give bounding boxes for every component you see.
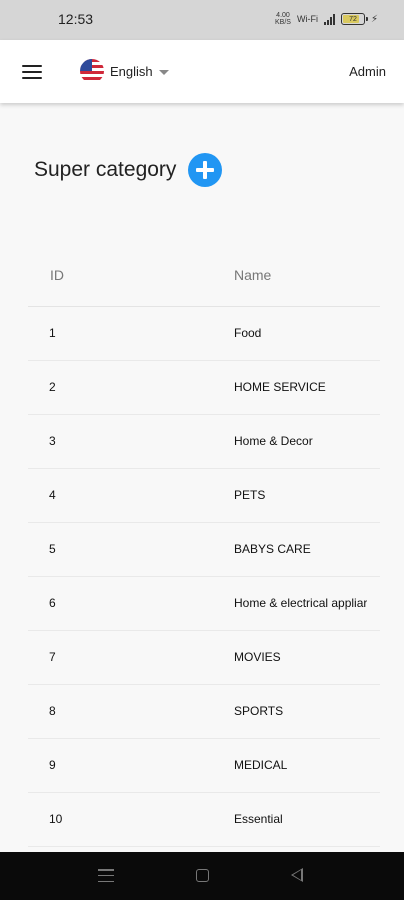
home-icon[interactable] [196, 869, 209, 882]
super-category-table: ID Name 1 Food 2 HOME SERVICE 3 Home & Decor 4… [28, 249, 380, 847]
us-flag-icon [80, 59, 104, 83]
status-bar: 12:53 4.00 KB/S Wi-Fi 72 ⚡ [0, 0, 404, 40]
wifi-icon: Wi-Fi [296, 14, 318, 24]
cell-id: 6 [49, 596, 56, 610]
system-nav-bar [0, 852, 404, 900]
column-header-id: ID [50, 267, 64, 283]
admin-user-menu[interactable]: Admin [349, 64, 386, 79]
network-speed: 4.00 KB/S [275, 12, 291, 26]
table-row[interactable]: 2 HOME SERVICE [28, 361, 380, 415]
cell-name: PETS [234, 488, 266, 502]
table-row[interactable]: 5 BABYS CARE [28, 523, 380, 577]
table-header: ID Name [28, 249, 380, 307]
cell-id: 7 [49, 650, 56, 664]
cell-name: HOME SERVICE [234, 380, 326, 394]
table-body: 1 Food 2 HOME SERVICE 3 Home & Decor 4 PETS 5 BAB… [28, 307, 380, 847]
cell-name: MEDICAL [234, 758, 288, 772]
chevron-down-icon [158, 70, 169, 75]
cell-name: Essential [234, 812, 283, 826]
cell-name: BABYS CARE [234, 542, 311, 556]
language-label: English [110, 63, 153, 79]
menu-icon[interactable] [22, 65, 42, 79]
cell-id: 1 [49, 326, 56, 340]
battery-level: 72 [349, 15, 357, 23]
table-row[interactable]: 3 Home & Decor [28, 415, 380, 469]
recents-icon[interactable] [98, 869, 114, 882]
signal-icon [323, 13, 335, 25]
battery-icon: 72 [340, 13, 368, 25]
add-super-category-button[interactable] [188, 153, 223, 187]
table-row[interactable]: 6 Home & electrical appliar [28, 577, 380, 631]
page-heading: Super category [34, 153, 223, 187]
cell-id: 2 [49, 380, 56, 394]
cell-name: Home & electrical appliar [234, 596, 368, 610]
status-time: 12:53 [58, 11, 94, 27]
language-selector[interactable]: English [80, 59, 169, 83]
cell-id: 3 [49, 434, 56, 448]
status-icons: 4.00 KB/S Wi-Fi 72 ⚡ [275, 12, 378, 26]
cell-name: SPORTS [234, 704, 284, 718]
column-header-name: Name [234, 267, 272, 283]
network-speed-unit: KB/S [275, 19, 291, 26]
cell-name: Home & Decor [234, 434, 313, 448]
back-icon[interactable] [291, 868, 303, 882]
network-speed-value: 4.00 [276, 12, 290, 19]
cell-id: 10 [49, 812, 63, 826]
table-row[interactable]: 7 MOVIES [28, 631, 380, 685]
cell-name: MOVIES [234, 650, 281, 664]
table-row[interactable]: 8 SPORTS [28, 685, 380, 739]
cell-id: 9 [49, 758, 56, 772]
cell-id: 5 [49, 542, 56, 556]
app-bar: English Admin [0, 40, 404, 103]
cell-id: 4 [49, 488, 56, 502]
table-row[interactable]: 9 MEDICAL [28, 739, 380, 793]
table-row[interactable]: 10 Essential [28, 793, 380, 847]
page-title: Super category [34, 158, 177, 181]
table-row[interactable]: 4 PETS [28, 469, 380, 523]
cell-name: Food [234, 326, 262, 340]
charging-icon: ⚡ [370, 13, 378, 25]
table-row[interactable]: 1 Food [28, 307, 380, 361]
cell-id: 8 [49, 704, 56, 718]
